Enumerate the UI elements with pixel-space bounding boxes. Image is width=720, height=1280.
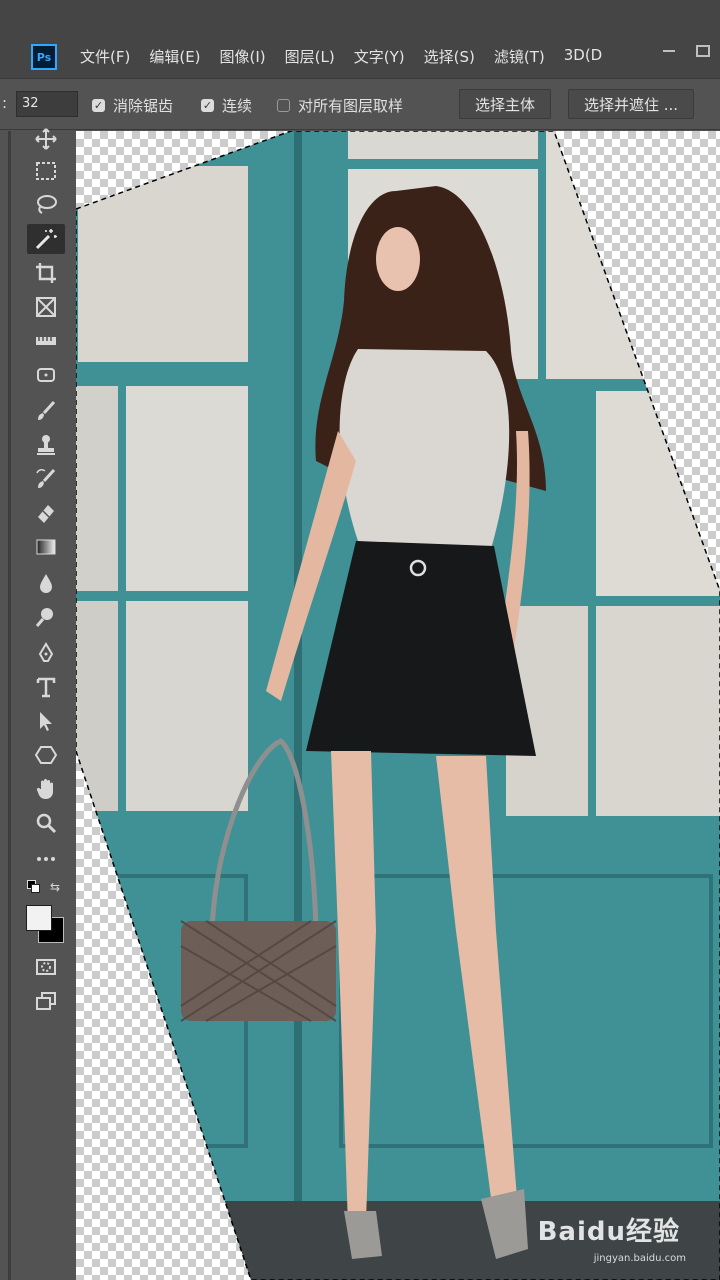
maximize-icon: [696, 45, 710, 57]
sample-all-layers-label: 对所有图层取样: [298, 97, 404, 115]
gradient-tool[interactable]: [27, 532, 65, 562]
screen-mode-button[interactable]: [27, 986, 65, 1016]
swap-colors-icon[interactable]: ⇆: [50, 880, 60, 894]
more-tools-button[interactable]: [27, 844, 65, 874]
select-and-mask-button[interactable]: 选择并遮住 ...: [568, 89, 694, 119]
ellipsis-icon: [37, 857, 55, 861]
zoom-icon: [36, 813, 57, 834]
screen-mode-icon: [36, 992, 56, 1010]
zoom-tool[interactable]: [27, 808, 65, 838]
dodge-tool[interactable]: [27, 602, 65, 632]
menu-layer[interactable]: 图层(L): [285, 46, 335, 67]
minimize-icon: [663, 50, 675, 52]
quick-mask-icon: [36, 959, 56, 975]
type-icon: [36, 677, 56, 698]
path-selection-tool[interactable]: [27, 706, 65, 736]
ruler-icon: [36, 337, 56, 345]
hand-icon: [36, 779, 53, 799]
tolerance-input[interactable]: 32: [16, 91, 78, 117]
marquee-icon: [36, 162, 56, 180]
menu-filter[interactable]: 滤镜(T): [494, 46, 545, 67]
window-controls: [652, 38, 720, 64]
sample-all-layers-checkbox[interactable]: 对所有图层取样: [277, 95, 403, 116]
lasso-tool[interactable]: [27, 190, 65, 220]
unchecked-box-icon: [277, 99, 290, 112]
eyedropper-tool[interactable]: [27, 326, 65, 356]
hand-tool[interactable]: [27, 774, 65, 804]
menu-select[interactable]: 选择(S): [424, 46, 475, 67]
menu-file[interactable]: 文件(F): [80, 46, 130, 67]
gradient-icon: [36, 539, 56, 555]
type-tool[interactable]: [27, 672, 65, 702]
contiguous-checkbox[interactable]: ✓ 连续: [201, 95, 252, 116]
checkmark-icon: ✓: [201, 99, 214, 112]
baidu-watermark-url: jingyan.baidu.com: [593, 1253, 686, 1264]
frame-icon: [36, 297, 56, 317]
crop-icon: [36, 263, 56, 283]
eraser-icon: [38, 505, 54, 523]
options-bar: : 32 ✓ 消除锯齿 ✓ 连续 对所有图层取样 选择主体 选择并遮住 ...: [0, 78, 720, 130]
dodge-icon: [35, 608, 53, 627]
magic-wand-icon: [35, 229, 57, 250]
arrow-icon: [40, 712, 52, 731]
bandage-icon: [37, 368, 55, 382]
document-canvas[interactable]: Baidu经验 jingyan.baidu.com: [76, 131, 720, 1280]
patch-tool[interactable]: [27, 360, 65, 390]
select-subject-button[interactable]: 选择主体: [459, 89, 551, 119]
default-colors-icon[interactable]: [27, 880, 40, 893]
foreground-color-swatch[interactable]: [26, 905, 52, 931]
menu-image[interactable]: 图像(I): [220, 46, 266, 67]
contiguous-label: 连续: [222, 97, 253, 115]
canvas-image: [76, 131, 720, 1280]
blur-tool[interactable]: [27, 568, 65, 598]
pen-icon: [38, 642, 54, 662]
quick-mask-button[interactable]: [27, 952, 65, 982]
menu-bar: Ps 文件(F) 编辑(E) 图像(I) 图层(L) 文字(Y) 选择(S) 滤…: [0, 0, 720, 78]
antialias-checkbox[interactable]: ✓ 消除锯齿: [92, 95, 173, 116]
checkmark-icon: ✓: [92, 99, 105, 112]
magic-wand-tool[interactable]: [27, 224, 65, 254]
marquee-tool[interactable]: [27, 156, 65, 186]
main-menu: 文件(F) 编辑(E) 图像(I) 图层(L) 文字(Y) 选择(S) 滤镜(T…: [80, 46, 602, 67]
menu-type[interactable]: 文字(Y): [354, 46, 405, 67]
move-tool[interactable]: [27, 124, 65, 154]
baidu-watermark: Baidu经验: [537, 1217, 680, 1247]
move-icon: [35, 128, 57, 150]
antialias-label: 消除锯齿: [113, 97, 174, 115]
stamp-icon: [37, 435, 55, 455]
maximize-button[interactable]: [686, 38, 720, 64]
minimize-button[interactable]: [652, 38, 686, 64]
menu-edit[interactable]: 编辑(E): [149, 46, 200, 67]
droplet-icon: [40, 574, 52, 593]
eraser-tool[interactable]: [27, 498, 65, 528]
pen-tool[interactable]: [27, 638, 65, 668]
lasso-icon: [37, 195, 57, 214]
brush-tool[interactable]: [27, 396, 65, 426]
panel-grip[interactable]: [8, 131, 11, 1280]
shape-tool[interactable]: [27, 740, 65, 770]
history-brush-icon: [36, 468, 56, 488]
menu-3d[interactable]: 3D(D: [564, 46, 603, 67]
photoshop-logo: Ps: [31, 44, 57, 70]
tolerance-label: :: [2, 94, 8, 112]
frame-tool[interactable]: [27, 292, 65, 322]
brush-icon: [38, 400, 56, 420]
hexagon-icon: [34, 746, 58, 764]
clone-stamp-tool[interactable]: [27, 430, 65, 460]
history-brush-tool[interactable]: [27, 464, 65, 494]
crop-tool[interactable]: [27, 258, 65, 288]
